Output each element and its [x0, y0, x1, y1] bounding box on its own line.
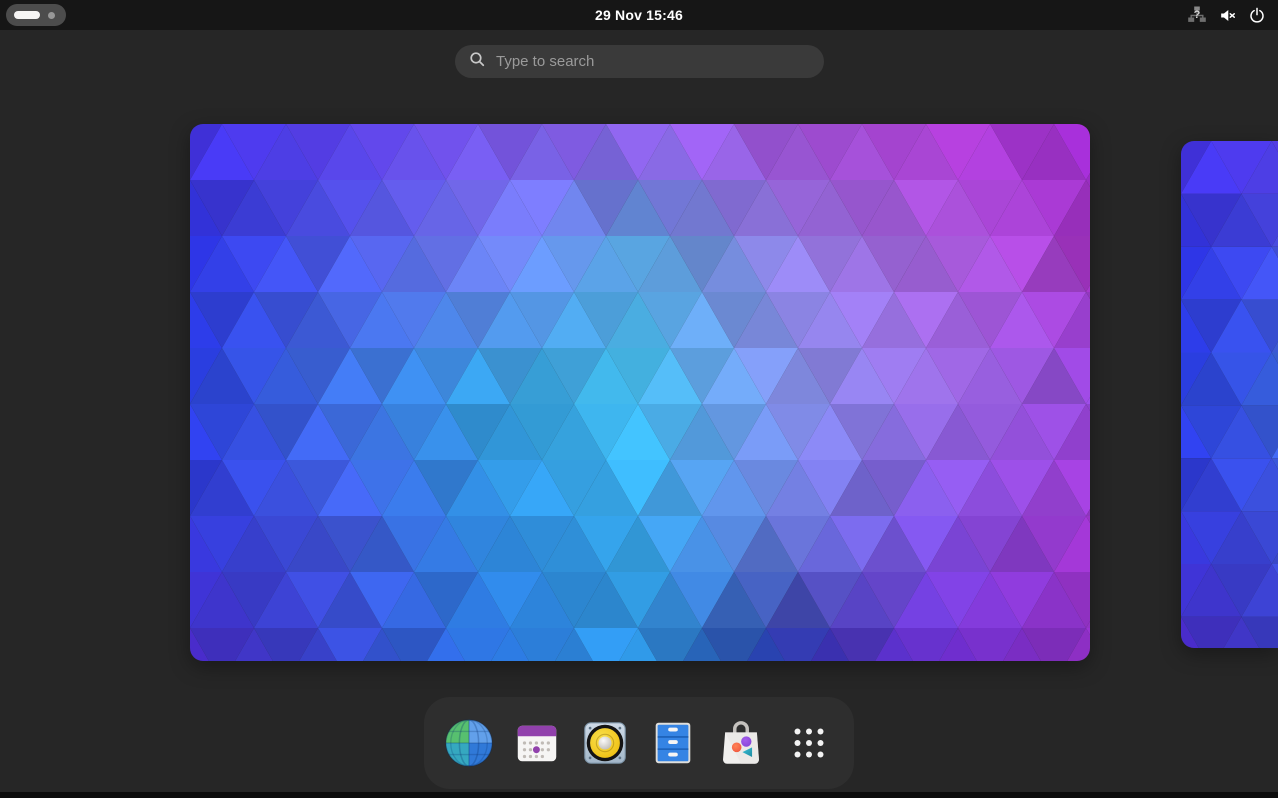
dock-app-grid-button[interactable]	[783, 717, 835, 769]
search-bar[interactable]	[455, 45, 824, 78]
app-grid-icon	[786, 720, 832, 766]
network-unknown-icon: ?	[1187, 5, 1207, 25]
dock-app-music[interactable]	[579, 717, 631, 769]
dock-app-calendar[interactable]	[511, 717, 563, 769]
volume-muted-icon	[1218, 6, 1237, 25]
network-unknown-glyph: ?	[1187, 6, 1207, 24]
workspace-thumbnail-current[interactable]	[190, 124, 1090, 661]
calendar-icon	[512, 718, 562, 768]
software-bag-icon	[716, 716, 766, 770]
screen-bottom-strip	[0, 792, 1278, 798]
file-cabinet-icon	[648, 718, 698, 768]
top-bar: 29 Nov 15:46 ?	[0, 0, 1278, 30]
wallpaper-triangles	[1181, 141, 1278, 648]
dock-app-software[interactable]	[715, 717, 767, 769]
workspace-thumbnail-next[interactable]	[1181, 141, 1278, 648]
power-icon	[1248, 6, 1266, 24]
system-status-area[interactable]: ?	[1183, 0, 1270, 30]
dash-dock	[424, 697, 854, 789]
search-icon	[469, 51, 486, 73]
dock-app-files[interactable]	[647, 717, 699, 769]
clock[interactable]: 29 Nov 15:46	[0, 0, 1278, 30]
dock-app-web[interactable]	[443, 717, 495, 769]
search-input[interactable]	[496, 53, 810, 70]
speaker-icon	[580, 718, 630, 768]
web-globe-icon	[444, 718, 494, 768]
wallpaper-triangles	[190, 124, 1090, 661]
